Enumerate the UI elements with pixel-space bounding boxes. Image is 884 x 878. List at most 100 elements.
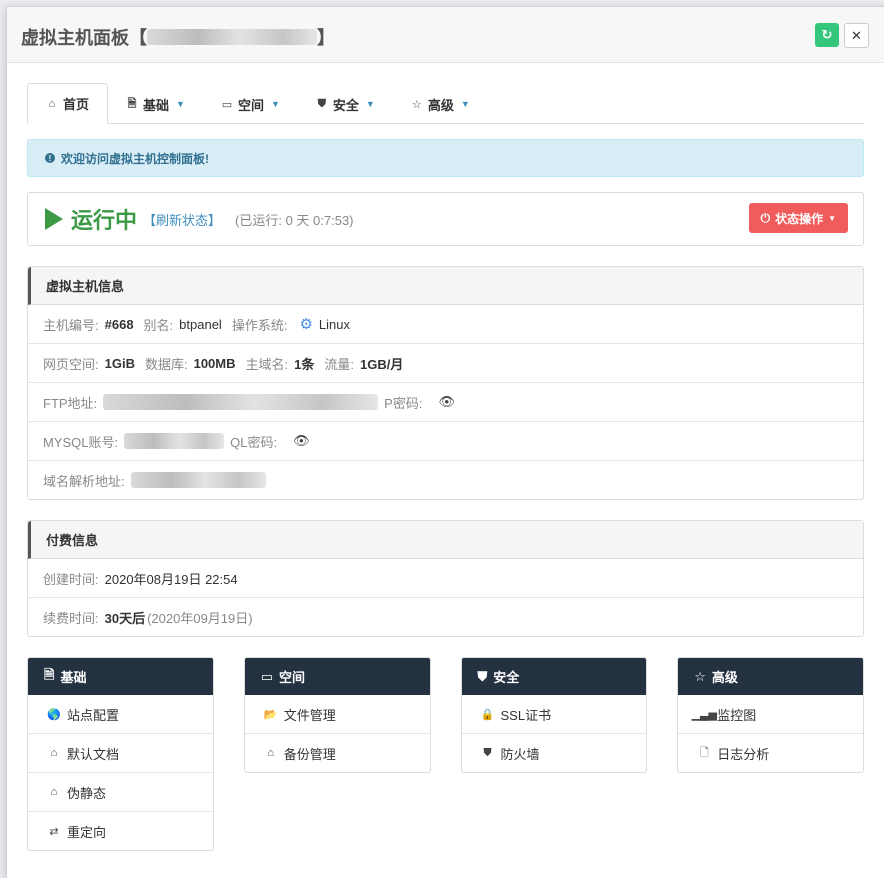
tab-label: 基础 [143,97,170,113]
redacted-host-name [147,29,317,45]
drive-icon: ▭ [221,98,233,111]
backup-item[interactable]: ⌂ 备份管理 [245,734,430,772]
tab-security[interactable]: ⛊ 安全 ▼ [298,85,393,123]
item-label: 文件管理 [283,707,336,723]
rewrite-item[interactable]: ⌂ 伪静态 [28,773,213,812]
alias-value: btpanel [179,316,222,332]
card-space-header: ▭ 空间 [244,658,430,695]
domain-label: 主域名: [245,356,289,372]
feature-cards: 🗎 基础 🌎 站点配置 ⌂ 默认文档 ⌂ 伪静态 ⇄ 重定向 ▭ 空间 📂 文件… [27,657,864,851]
document-icon: 🗎 [44,666,55,682]
running-status: 运行中 [71,208,138,233]
refresh-button[interactable]: ↻ [815,23,839,47]
log-analysis-item[interactable]: 🗋 日志分析 [678,734,863,772]
db-label: 数据库: [144,356,188,372]
refresh-status-link[interactable]: 【刷新状态】 [143,210,221,229]
host-id-value: #668 [104,316,134,332]
redacted-mysql [124,433,225,449]
host-info-title: 虚拟主机信息 [28,267,863,305]
eye-icon[interactable]: 👁 [293,433,310,449]
card-advanced: ☆ 高级 ▁▃▅ 监控图 🗋 日志分析 [677,657,864,773]
home-icon: ⌂ [50,786,58,798]
ftp-label: FTP地址: [43,395,98,411]
renew-date: (2020年09月19日) [147,610,253,626]
item-label: 站点配置 [67,707,120,723]
firewall-item[interactable]: ⛊ 防火墙 [462,734,647,772]
monitor-item[interactable]: ▁▃▅ 监控图 [678,695,863,734]
tab-advanced[interactable]: ☆ 高级 ▼ [393,85,488,123]
domain-value: 1条 [294,356,315,372]
tab-space[interactable]: ▭ 空间 ▼ [203,85,298,123]
status-bar: 运行中 【刷新状态】 (已运行: 0 天 0:7:53) ⏻ 状态操作 ▼ [27,192,864,246]
os-label: 操作系统: [231,317,288,333]
redacted-dns [130,472,266,488]
modal-title: 虚拟主机面板【 】 [21,24,335,50]
document-icon: 🗎 [127,97,137,110]
db-value: 100MB [193,355,236,371]
ssl-item[interactable]: 🔒 SSL证书 [461,695,647,734]
tab-label: 空间 [237,97,264,113]
tab-label: 安全 [332,97,359,113]
eye-icon[interactable]: 👁 [438,394,455,410]
refresh-icon: ↻ [821,27,833,42]
star-icon: ☆ [411,98,422,111]
shield-icon: ⛊ [317,97,327,110]
mysql-label: MYSQL账号: [43,434,119,450]
tab-label: 首页 [63,97,90,112]
host-panel-modal: 虚拟主机面板【 】 ↻ ✕ ⌂ 首页 🗎 基础 ▼ ▭ 空间 ▼ ⛊ 安全 ▼ … [6,6,884,878]
state-action-button[interactable]: ⏻ 状态操作 ▼ [748,203,848,233]
host-id-label: 主机编号: [43,317,99,333]
swap-icon: ⇄ [49,825,59,838]
card-basic: 🗎 基础 🌎 站点配置 ⌂ 默认文档 ⌂ 伪静态 ⇄ 重定向 [27,657,214,851]
close-button[interactable]: ✕ [844,23,869,48]
info-icon: ! [45,153,55,163]
globe-icon: 🌎 [47,708,61,721]
item-label: 默认文档 [67,746,120,762]
caret-down-icon: ▼ [460,99,470,109]
item-label: 日志分析 [717,746,770,762]
billing-panel: 付费信息 创建时间: 2020年08月19日 22:54 续费时间: 30天后 … [27,520,864,637]
site-config-item[interactable]: 🌎 站点配置 [28,695,213,734]
card-title: 空间 [279,670,306,685]
star-icon: ☆ [694,668,706,684]
ftp-password-label: P密码: [384,395,423,411]
traffic-value: 1GB/月 [360,356,404,372]
tab-basic[interactable]: 🗎 基础 ▼ [108,85,203,123]
renew-label: 续费时间: [43,610,99,626]
play-icon [45,208,63,230]
web-space-value: 1GiB [104,355,135,371]
card-basic-header: 🗎 基础 [28,658,213,695]
mysql-password-label: QL密码: [230,434,278,450]
info-row-basic: 主机编号: #668 别名: btpanel 操作系统: ⚙ Linux [28,305,863,344]
caret-down-icon: ▼ [176,99,185,109]
default-doc-item[interactable]: ⌂ 默认文档 [28,734,213,773]
redacted-ftp [103,394,379,410]
card-advanced-header: ☆ 高级 [678,658,863,695]
billing-title: 付费信息 [28,521,863,559]
info-row-quota: 网页空间: 1GiB 数据库: 100MB 主域名: 1条 流量: 1GB/月 [28,344,863,383]
alert-text: 欢迎访问虚拟主机控制面板! [61,151,209,166]
caret-down-icon: ▼ [270,99,280,109]
drive-icon: ▭ [260,668,274,684]
tab-home[interactable]: ⌂ 首页 [27,83,109,124]
modal-body: ⌂ 首页 🗎 基础 ▼ ▭ 空间 ▼ ⛊ 安全 ▼ ☆ 高级 ▼ ! 欢迎访问虚… [27,83,864,851]
card-security-header: ⛊ 安全 [461,658,647,695]
billing-row-renew: 续费时间: 30天后 (2020年09月19日) [28,598,863,636]
redirect-item[interactable]: ⇄ 重定向 [28,812,213,850]
item-label: 伪静态 [67,785,107,801]
file-manager-item[interactable]: 📂 文件管理 [244,695,430,734]
home-icon: ⌂ [267,747,275,759]
shield-icon: ⛊ [483,746,492,759]
modal-header: 虚拟主机面板【 】 ↻ ✕ [7,7,884,63]
close-icon: ✕ [851,27,862,43]
state-action-label: 状态操作 [775,211,824,226]
linux-gear-icon: ⚙ [299,316,313,333]
os-value: Linux [318,316,350,332]
card-title: 基础 [60,670,87,685]
alias-label: 别名: [143,317,174,333]
lock-icon: 🔒 [480,708,495,721]
item-label: 监控图 [717,707,757,723]
caret-down-icon: ▼ [365,99,375,109]
caret-down-icon: ▼ [828,213,836,223]
card-title: 安全 [493,670,520,685]
